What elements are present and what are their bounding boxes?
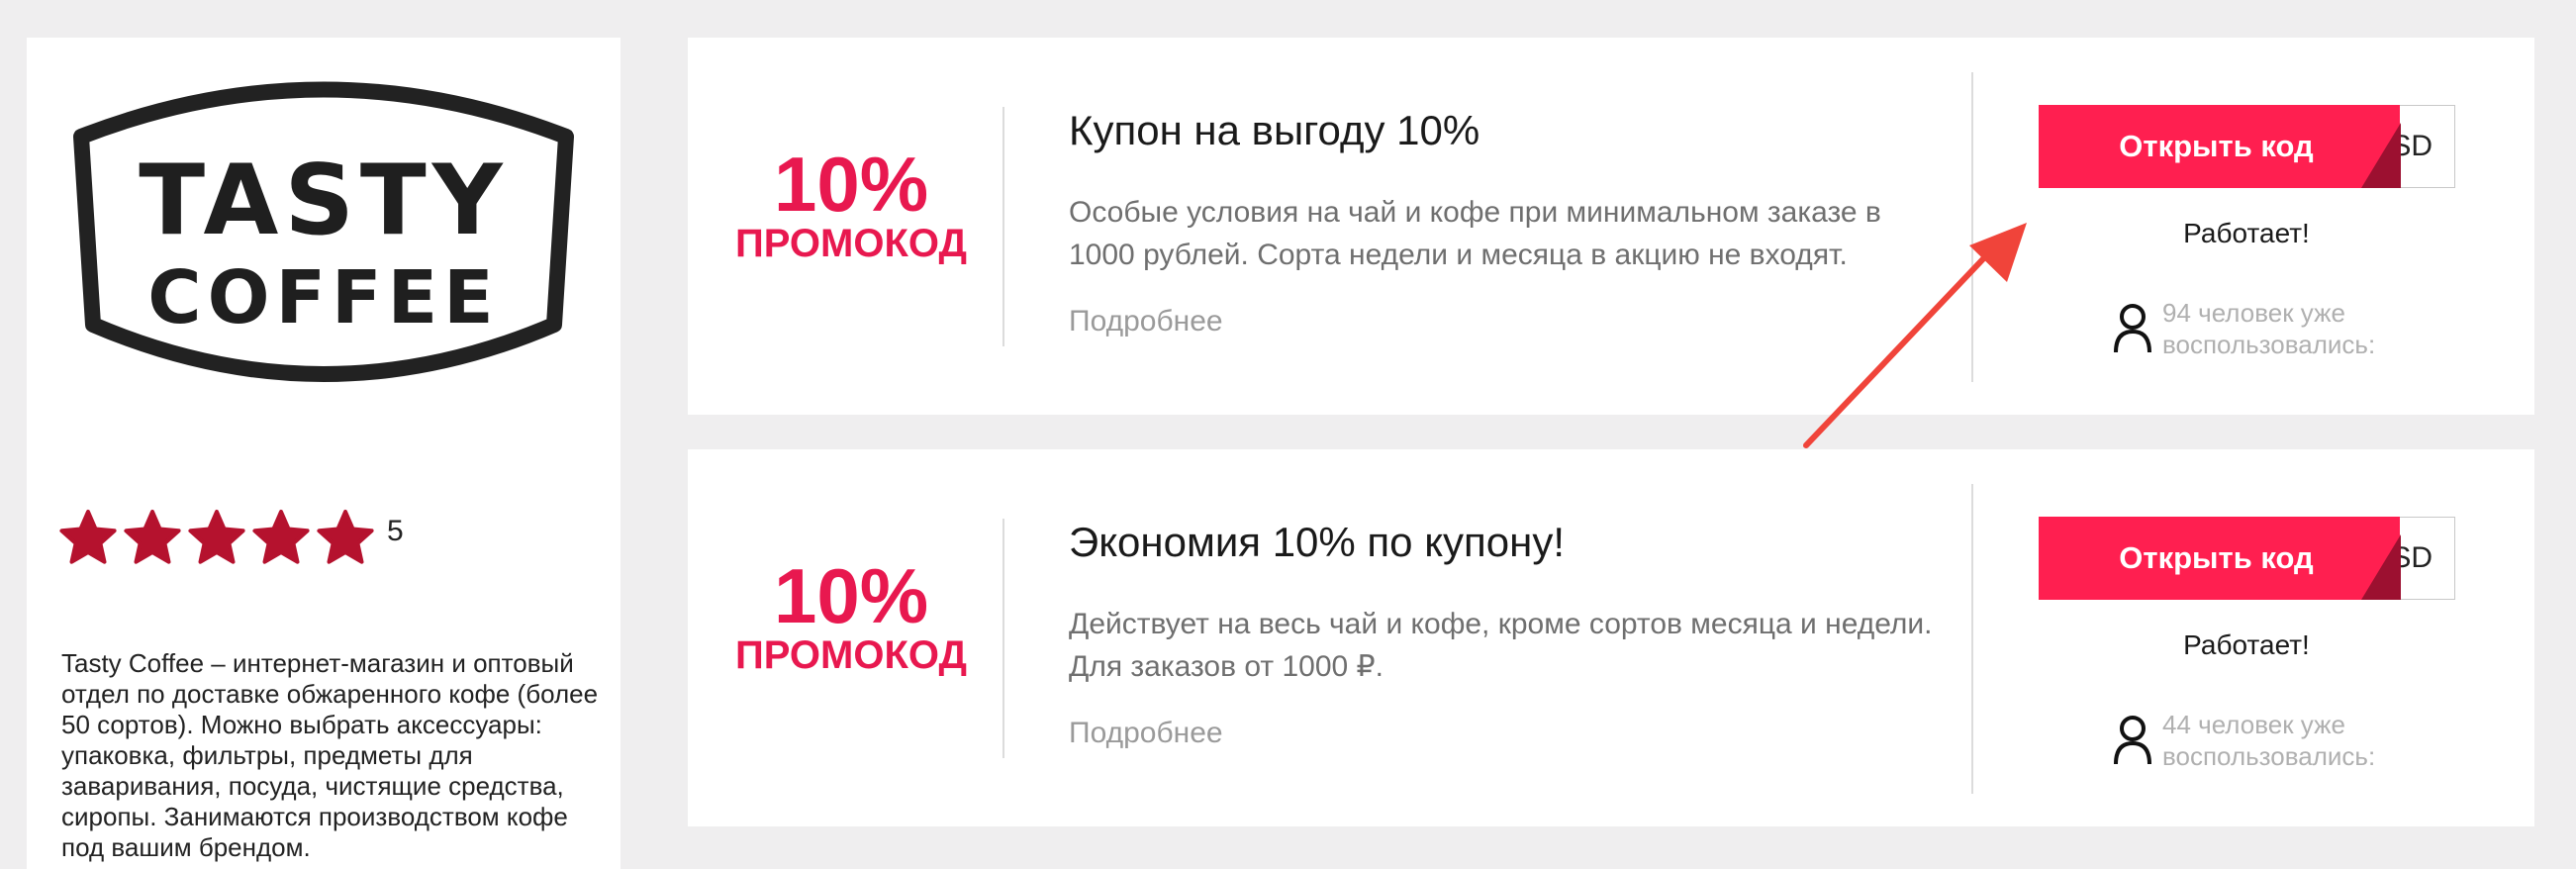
usage-count: 44 человек уже воспользовались:: [2113, 709, 2400, 772]
rating-stars: [59, 509, 381, 566]
usage-text: 94 человек уже воспользовались:: [2162, 298, 2376, 359]
corner-fold-icon: [2361, 123, 2401, 188]
star-icon: [188, 510, 245, 564]
user-icon: [2114, 716, 2151, 765]
discount-badge: 10% ПРОМОКОД: [732, 141, 970, 265]
more-details-link[interactable]: Подробнее: [1069, 305, 1223, 338]
divider: [1971, 484, 1973, 794]
coupon-card: 10% ПРОМОКОД Экономия 10% по купону! Дей…: [688, 449, 2534, 826]
star-icon: [59, 510, 117, 564]
discount-value: 10%: [773, 552, 929, 639]
promo-code-widget: SD Открыть код: [2039, 105, 2455, 188]
discount-value: 10%: [773, 141, 929, 228]
discount-type: ПРОМОКОД: [735, 633, 967, 677]
store-description: Tasty Coffee – интернет-магазин и оптовы…: [61, 648, 599, 862]
open-code-label: Открыть код: [2119, 540, 2314, 575]
store-sidebar: TASTY COFFEE 5 Tasty Coffee – интернет-м…: [27, 38, 620, 869]
coupon-title: Экономия 10% по купону!: [1069, 519, 1566, 565]
star-icon: [317, 510, 374, 564]
star-icon: [252, 510, 310, 564]
coupon-card: 10% ПРОМОКОД Купон на выгоду 10% Особые …: [688, 38, 2534, 415]
discount-badge: 10% ПРОМОКОД: [732, 552, 970, 677]
store-rating: 5: [59, 503, 404, 572]
tasty-coffee-logo: TASTY COFFEE: [73, 81, 574, 382]
rating-value: 5: [387, 515, 404, 547]
arrow-annotation: [1803, 223, 2027, 448]
status-label: Работает!: [2183, 218, 2310, 248]
status-label: Работает!: [2183, 629, 2310, 660]
discount-type: ПРОМОКОД: [735, 222, 967, 265]
open-code-button[interactable]: Открыть код: [2039, 517, 2401, 600]
coupon-description: Действует на весь чай и кофе, кроме сорт…: [1069, 608, 1933, 683]
open-code-label: Открыть код: [2119, 129, 2314, 163]
open-code-button[interactable]: Открыть код: [2039, 105, 2401, 188]
usage-count: 94 человек уже воспользовались:: [2113, 297, 2400, 360]
logo-line2: COFFEE: [147, 255, 499, 340]
usage-text: 44 человек уже воспользовались:: [2162, 710, 2376, 771]
user-icon: [2114, 304, 2151, 353]
divider: [1002, 107, 1004, 346]
logo-line1: TASTY: [139, 145, 508, 257]
promo-code-widget: SD Открыть код: [2039, 517, 2455, 600]
coupon-title: Купон на выгоду 10%: [1069, 107, 1480, 153]
star-icon: [124, 510, 181, 564]
divider: [1002, 519, 1004, 758]
more-details-link[interactable]: Подробнее: [1069, 717, 1223, 750]
corner-fold-icon: [2361, 534, 2401, 600]
